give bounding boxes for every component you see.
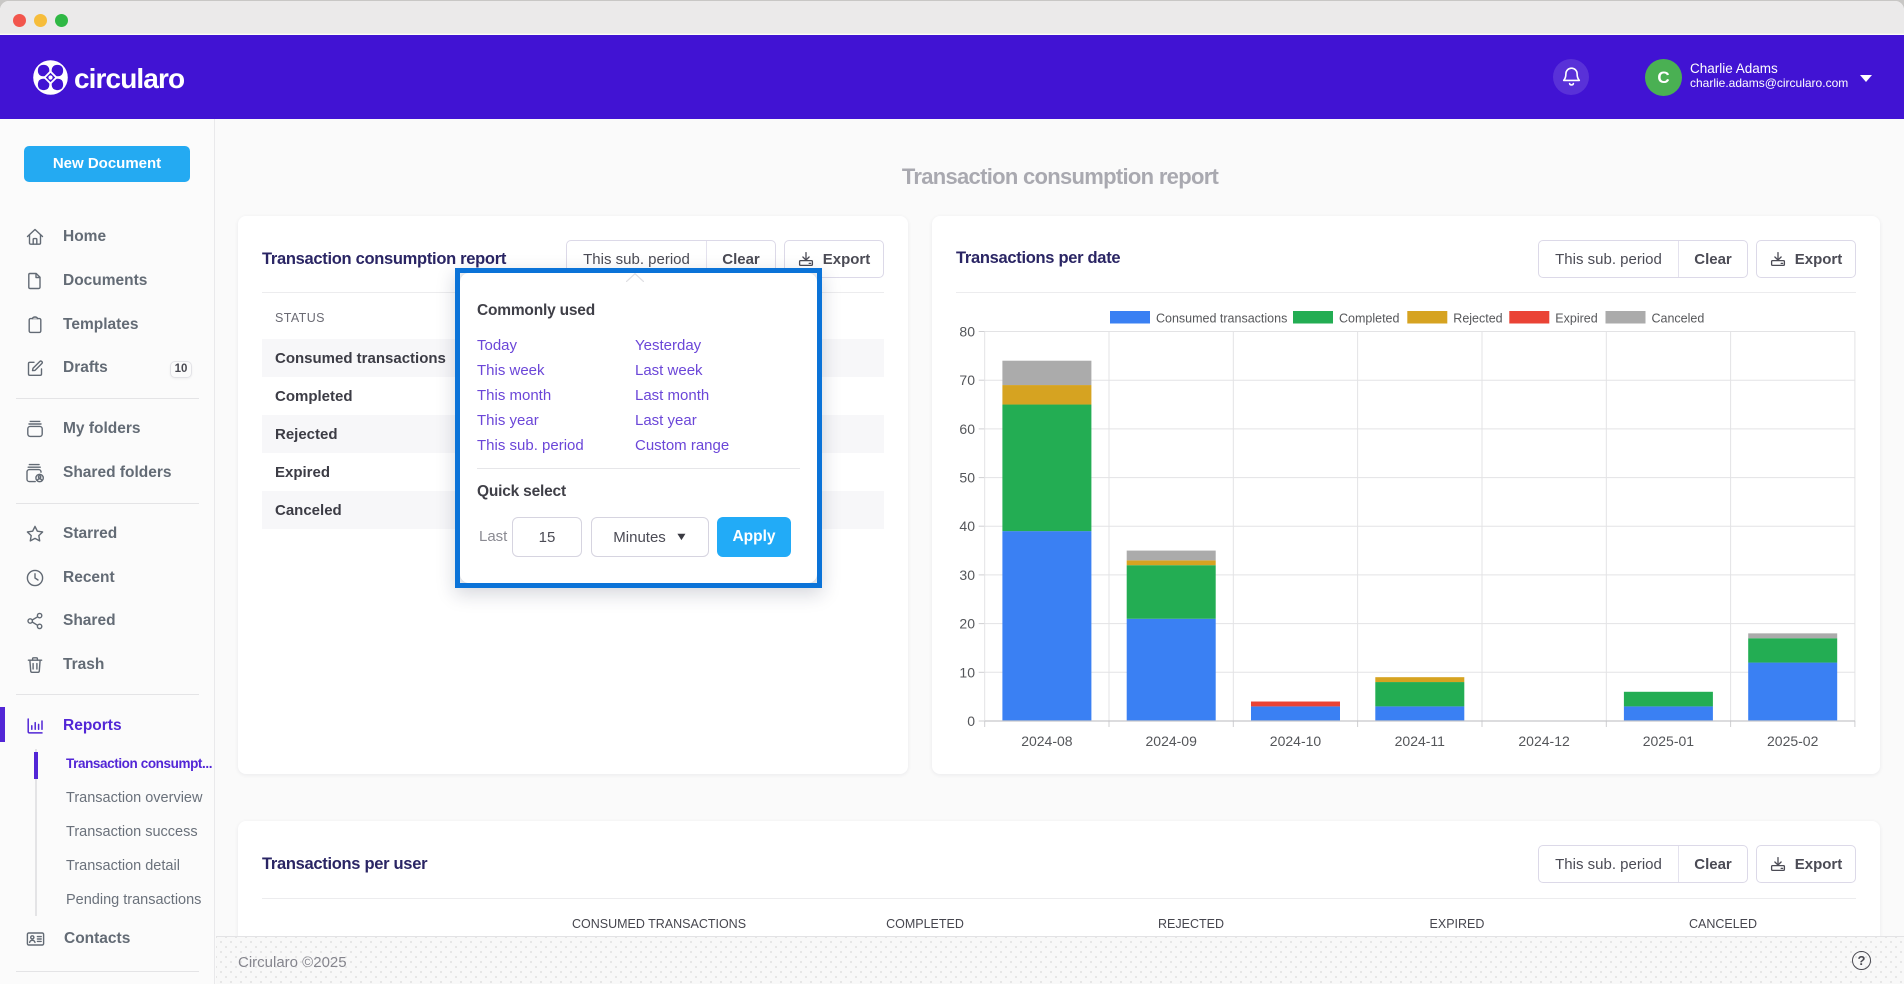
svg-text:0: 0 — [967, 713, 975, 729]
svg-text:30: 30 — [959, 567, 975, 583]
svg-text:2024-10: 2024-10 — [1270, 733, 1322, 749]
svg-text:2024-12: 2024-12 — [1518, 733, 1570, 749]
svg-text:Consumed transactions: Consumed transactions — [1156, 312, 1287, 326]
svg-text:Expired: Expired — [1555, 312, 1597, 326]
svg-text:10: 10 — [959, 664, 975, 680]
svg-text:2024-09: 2024-09 — [1146, 733, 1198, 749]
svg-text:Rejected: Rejected — [1453, 312, 1502, 326]
svg-text:2024-11: 2024-11 — [1395, 733, 1446, 749]
svg-text:80: 80 — [959, 324, 975, 340]
svg-text:20: 20 — [959, 616, 975, 632]
svg-text:60: 60 — [959, 421, 975, 437]
svg-text:2024-08: 2024-08 — [1021, 733, 1073, 749]
svg-text:Completed: Completed — [1339, 312, 1399, 326]
svg-text:2025-02: 2025-02 — [1767, 733, 1819, 749]
svg-text:Canceled: Canceled — [1652, 312, 1705, 326]
svg-text:70: 70 — [959, 372, 975, 388]
svg-text:50: 50 — [959, 470, 975, 486]
svg-text:40: 40 — [959, 518, 975, 534]
svg-text:2025-01: 2025-01 — [1643, 733, 1695, 749]
